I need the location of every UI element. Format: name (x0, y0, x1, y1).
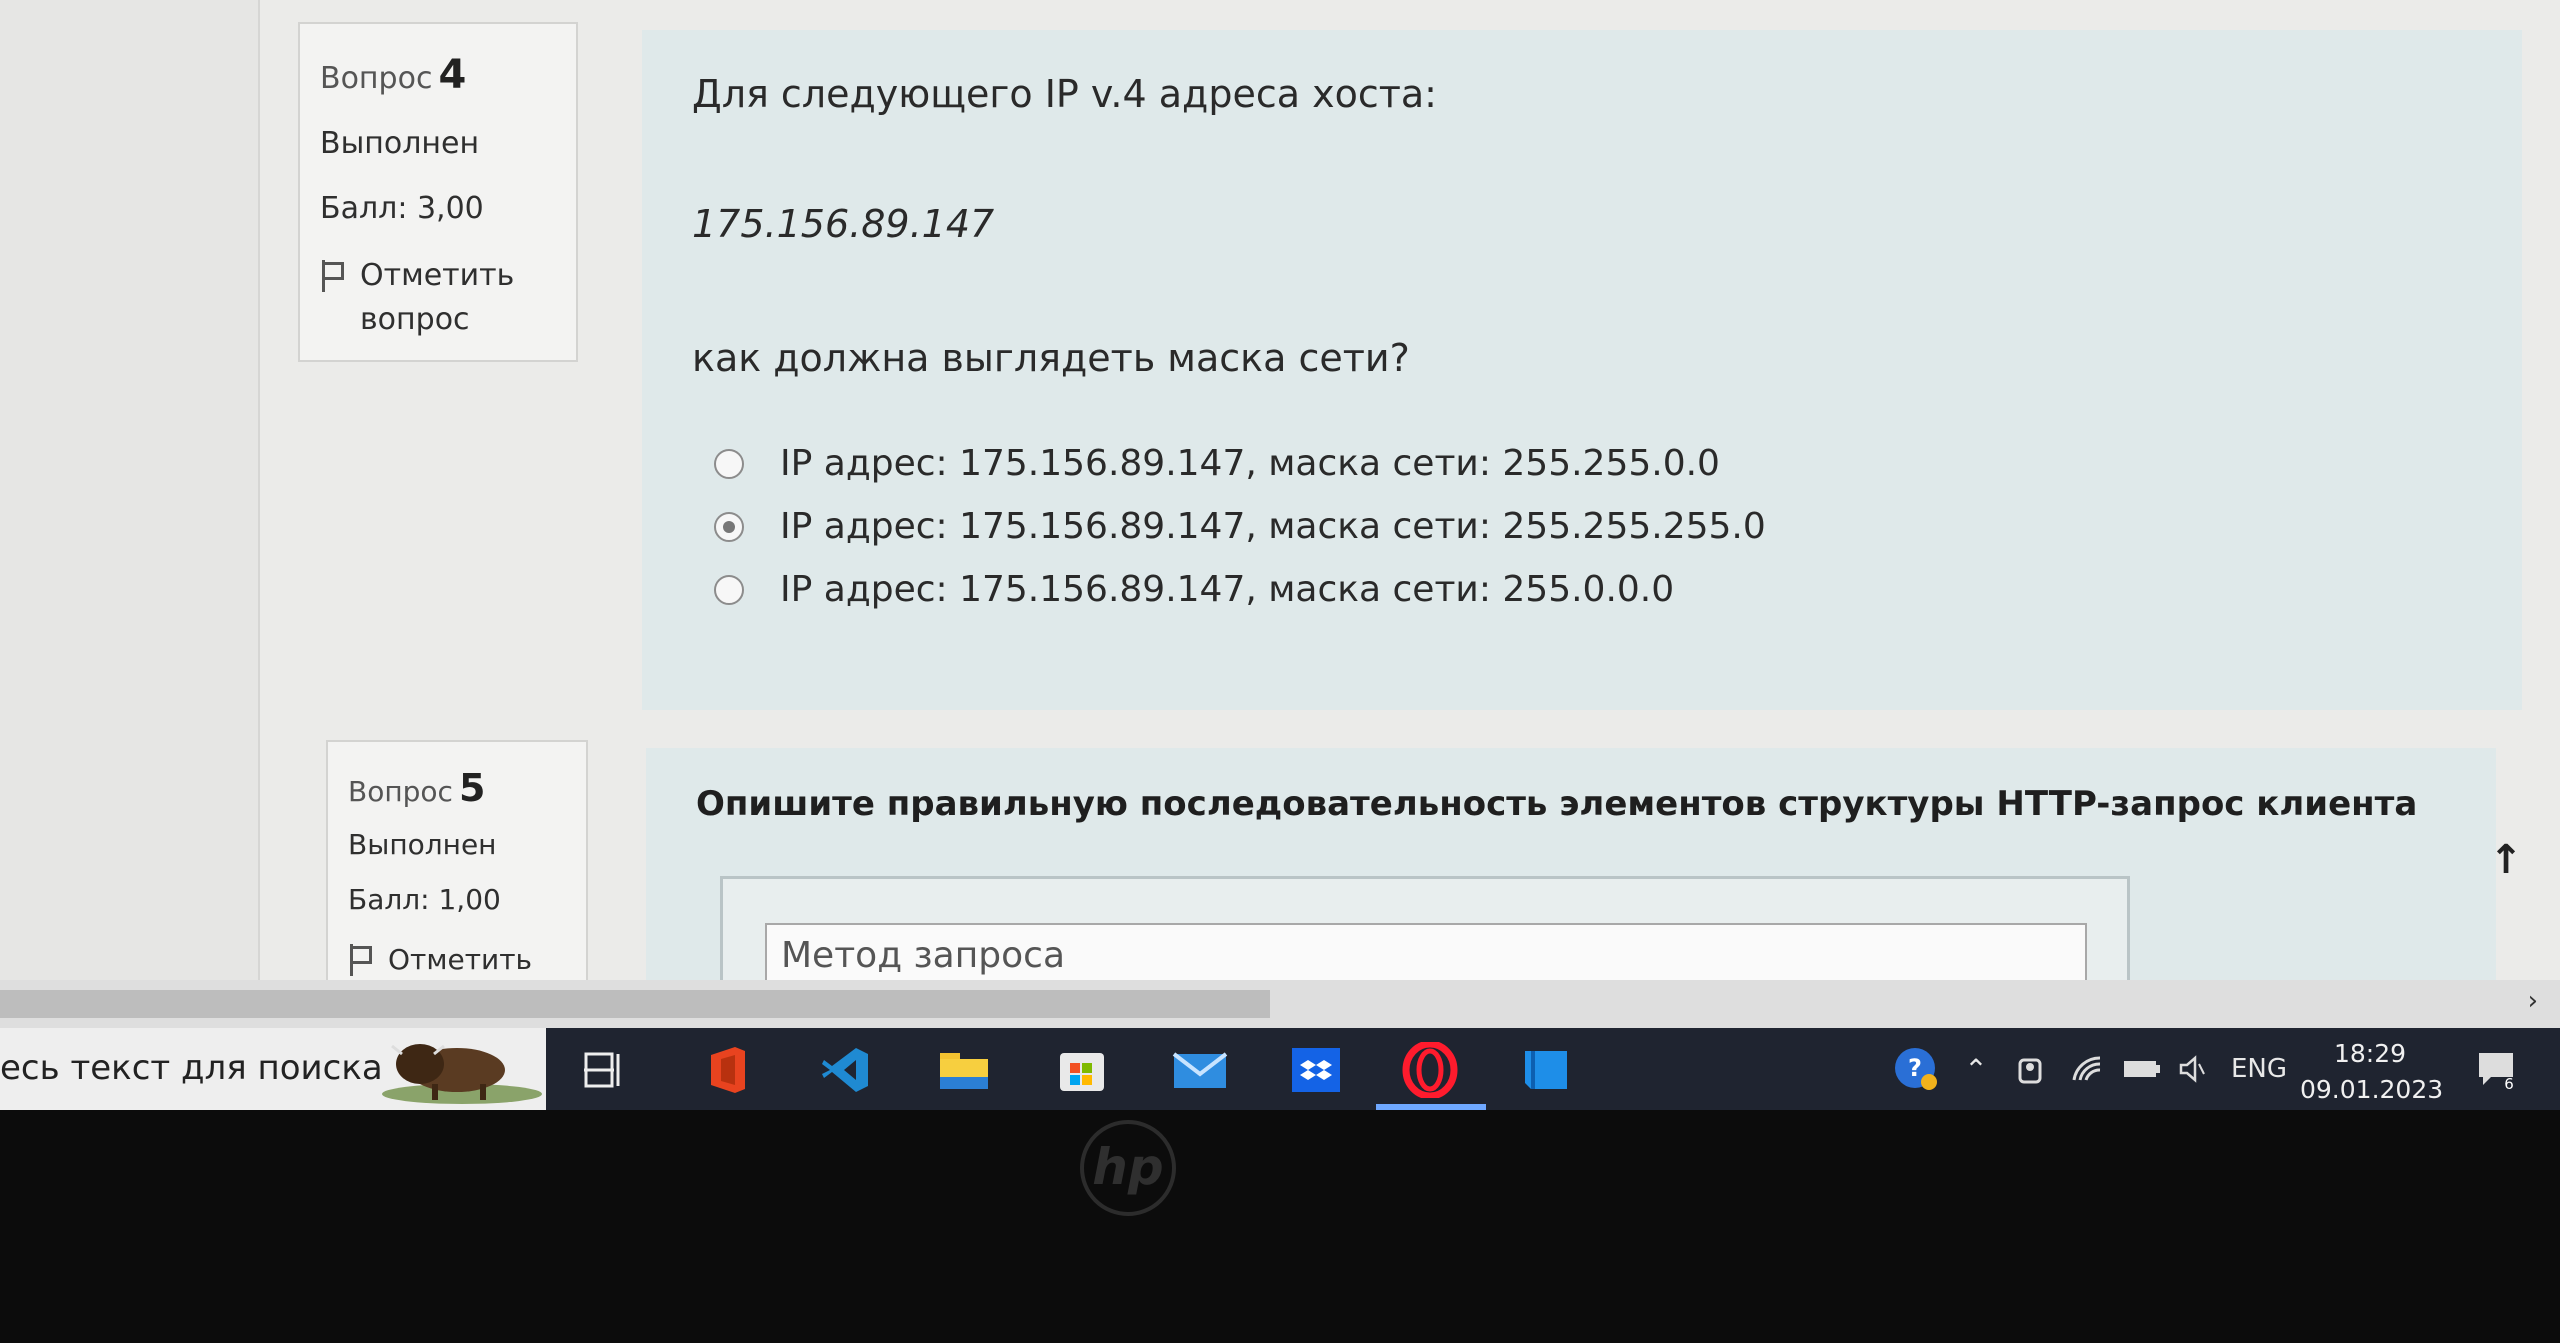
laptop-bezel (0, 1110, 2560, 1343)
volume-icon[interactable] (2172, 1044, 2212, 1094)
radio-button[interactable] (714, 448, 744, 479)
question-number: 4 (438, 52, 467, 98)
file-explorer-icon[interactable] (932, 1038, 996, 1102)
flag-label: Отметить (388, 943, 533, 976)
question-title: Опишите правильную последовательность эл… (696, 784, 2418, 824)
question-number: 5 (458, 766, 486, 810)
bison-search-highlight-icon (382, 1044, 542, 1104)
dropbox-icon[interactable] (1284, 1038, 1348, 1102)
notification-center-icon[interactable]: 6 (2470, 1044, 2524, 1094)
flag-icon (348, 944, 374, 976)
question-label: Вопрос (348, 775, 453, 808)
office-icon[interactable] (696, 1038, 760, 1102)
notification-count: 6 (2504, 1075, 2514, 1091)
flag-question-link[interactable]: Отметить (348, 938, 566, 982)
question-text: Для следующего IP v.4 адреса хоста: (692, 72, 1437, 116)
question-grade: Балл: 1,00 (348, 883, 501, 916)
answer-option[interactable]: IP адрес: 175.156.89.147, маска сети: 25… (692, 432, 2472, 495)
question-4-content: Для следующего IP v.4 адреса хоста: 175.… (642, 30, 2522, 710)
question-5-info: Вопрос 5 Выполнен Балл: 1,00 Отметить (326, 740, 588, 1002)
scroll-right-arrow-icon[interactable]: › (2528, 986, 2538, 1016)
answer-option[interactable]: IP адрес: 175.156.89.147, маска сети: 25… (692, 495, 2472, 558)
task-view-icon[interactable] (572, 1038, 636, 1102)
answer-label: IP адрес: 175.156.89.147, маска сети: 25… (780, 569, 1675, 610)
opera-browser-icon[interactable] (1398, 1038, 1462, 1102)
taskbar-clock[interactable]: 18:29 09.01.2023 (2300, 1036, 2444, 1108)
browser-viewport: Вопрос 4 Выполнен Балл: 3,00 Отметить вопр… (0, 0, 2560, 1030)
scroll-to-top-arrow-icon[interactable]: ↑ (2484, 838, 2528, 882)
radio-button-checked[interactable] (714, 511, 744, 542)
flag-question-link[interactable]: Отметить вопрос (320, 254, 556, 342)
clock-date: 09.01.2023 (2300, 1075, 2444, 1104)
microsoft-store-icon[interactable] (1050, 1038, 1114, 1102)
question-4-info: Вопрос 4 Выполнен Балл: 3,00 Отметить вопр… (298, 22, 578, 362)
left-sidebar-strip (0, 0, 260, 980)
chevron-up-icon[interactable]: ⌃ (1956, 1044, 1996, 1094)
windows-taskbar: есь текст для поиска ? ⌃ ENG 18:29 09.01… (0, 1028, 2560, 1110)
battery-icon[interactable] (2118, 1044, 2166, 1094)
question-state: Выполнен (348, 828, 497, 861)
clock-time: 18:29 (2333, 1039, 2407, 1068)
flag-label: Отметить вопрос (360, 258, 515, 337)
horizontal-scrollbar[interactable]: › (0, 980, 2560, 1028)
input-language-indicator[interactable]: ENG (2226, 1044, 2292, 1094)
radio-button[interactable] (714, 574, 744, 605)
flag-icon (320, 260, 346, 292)
answer-label: IP адрес: 175.156.89.147, маска сети: 25… (780, 506, 1766, 547)
answer-option[interactable]: IP адрес: 175.156.89.147, маска сети: 25… (692, 558, 2472, 621)
answer-list: IP адрес: 175.156.89.147, маска сети: 25… (692, 432, 2472, 621)
mail-icon[interactable] (1168, 1038, 1232, 1102)
help-icon[interactable]: ? (1888, 1044, 1944, 1094)
meet-now-icon[interactable] (2010, 1044, 2050, 1094)
question-ip: 175.156.89.147 (692, 202, 995, 246)
hp-logo: hp (1080, 1120, 1176, 1216)
question-grade: Балл: 3,00 (320, 191, 484, 226)
question-ask: как должна выглядеть маска сети? (692, 336, 1410, 380)
question-label: Вопрос (320, 61, 433, 96)
vscode-icon[interactable] (814, 1038, 878, 1102)
book-app-icon[interactable] (1514, 1038, 1578, 1102)
answer-label: IP адрес: 175.156.89.147, маска сети: 25… (780, 443, 1720, 484)
search-text: есь текст для поиска (0, 1048, 383, 1088)
scrollbar-thumb[interactable] (0, 990, 1270, 1018)
question-state: Выполнен (320, 126, 480, 161)
svg-text:?: ? (1908, 1054, 1922, 1082)
question-5-content: Опишите правильную последовательность эл… (646, 748, 2496, 1016)
question-number-row: Вопрос 4 (320, 52, 556, 98)
wifi-icon[interactable] (2066, 1044, 2110, 1094)
taskbar-search-box[interactable]: есь текст для поиска (0, 1028, 546, 1110)
question-number-row: Вопрос 5 (348, 766, 566, 810)
